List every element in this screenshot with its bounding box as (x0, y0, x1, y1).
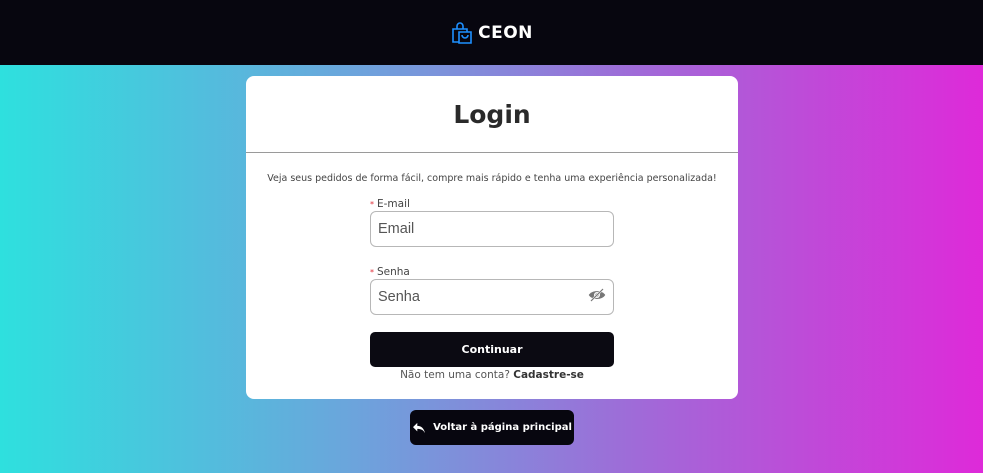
email-field-group: * E-mail (370, 198, 614, 247)
continue-button[interactable]: Continuar (370, 332, 614, 367)
email-input[interactable] (370, 211, 614, 247)
email-label: * E-mail (370, 198, 614, 210)
email-label-text: E-mail (377, 198, 410, 210)
password-label-text: Senha (377, 266, 410, 278)
eye-slash-icon[interactable] (588, 288, 606, 302)
signup-prompt: Não tem uma conta? Cadastre-se (246, 369, 738, 381)
reply-arrow-icon (413, 422, 426, 433)
login-subtitle: Veja seus pedidos de forma fácil, compre… (267, 173, 717, 184)
brand-logo[interactable]: CEON (450, 21, 533, 45)
login-card: Login Veja seus pedidos de forma fácil, … (246, 76, 738, 399)
signup-link[interactable]: Cadastre-se (513, 369, 584, 381)
shopping-bag-icon (452, 21, 472, 44)
required-mark: * (370, 200, 374, 209)
login-header: Login (246, 76, 738, 153)
required-mark: * (370, 268, 374, 277)
password-input[interactable] (370, 279, 614, 315)
password-label: * Senha (370, 266, 614, 278)
top-navbar: CEON (0, 0, 983, 65)
signup-prompt-text: Não tem uma conta? (400, 369, 510, 381)
back-to-home-button[interactable]: Voltar à página principal (410, 410, 574, 445)
password-field-group: * Senha (370, 266, 614, 315)
password-wrapper (370, 278, 614, 315)
brand-name: CEON (478, 22, 533, 43)
back-button-label: Voltar à página principal (433, 422, 572, 433)
page-title: Login (453, 99, 531, 129)
